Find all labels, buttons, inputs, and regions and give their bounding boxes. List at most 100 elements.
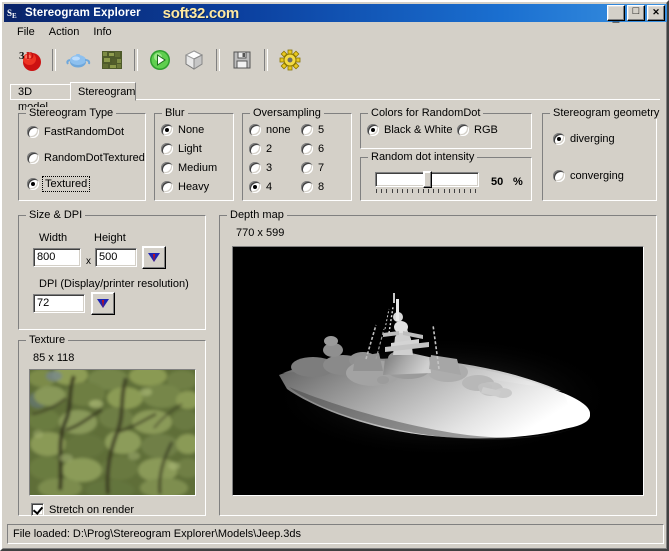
- radio-blur-light[interactable]: Light: [161, 143, 202, 155]
- title-bar[interactable]: S E Stereogram Explorer soft32.com _ □ ✕: [4, 4, 667, 22]
- radio-dot: [553, 170, 565, 182]
- menu-bar: File Action Info: [5, 23, 666, 40]
- radio-label: Heavy: [178, 181, 209, 193]
- radio-dot: [457, 124, 469, 136]
- height-input[interactable]: 500: [95, 248, 137, 267]
- teapot-icon[interactable]: [61, 44, 95, 76]
- radio-dot: [249, 162, 261, 174]
- dpi-preset-dropdown-button[interactable]: [91, 292, 115, 315]
- radio-blur-heavy[interactable]: Heavy: [161, 181, 209, 193]
- chevron-down-icon: [146, 251, 162, 265]
- tab-stereogram[interactable]: Stereogram: [70, 82, 136, 101]
- radio-label: diverging: [570, 133, 615, 145]
- group-size-dpi: Size & DPI Width Height 800 x 500 DPI (D…: [18, 215, 206, 330]
- radio-oversampling-4[interactable]: 4: [249, 181, 272, 193]
- menu-item-action[interactable]: Action: [42, 25, 87, 39]
- radio-rgb[interactable]: RGB: [457, 124, 498, 136]
- tab-3d-model[interactable]: 3D model: [10, 84, 72, 100]
- toolbar-separator-1: [52, 49, 56, 71]
- group-label-oversampling: Oversampling: [250, 107, 324, 119]
- radio-oversampling-3[interactable]: 3: [249, 162, 272, 174]
- status-text: File loaded: D:\Prog\Stereogram Explorer…: [13, 528, 301, 540]
- radio-label: 8: [318, 181, 324, 193]
- dpi-input[interactable]: 72: [33, 294, 85, 313]
- svg-text:D: D: [26, 50, 34, 62]
- radio-black-and-white[interactable]: Black & White: [367, 124, 452, 136]
- radio-dot: [553, 133, 565, 145]
- group-stereogram-geometry: Stereogram geometry diverging converging: [542, 113, 657, 201]
- radio-label: 2: [266, 143, 272, 155]
- group-label-texture: Texture: [26, 334, 68, 346]
- close-button[interactable]: ✕: [647, 5, 665, 21]
- 3d-model-icon[interactable]: 3 D: [13, 44, 47, 76]
- radio-diverging[interactable]: diverging: [553, 133, 615, 145]
- radio-dot: [301, 143, 313, 155]
- texture-preview[interactable]: [29, 369, 196, 496]
- radio-oversampling-8[interactable]: 8: [301, 181, 324, 193]
- texture-icon[interactable]: [95, 44, 129, 76]
- toolbar-separator-2: [134, 49, 138, 71]
- width-input[interactable]: 800: [33, 248, 81, 267]
- depth-map-preview[interactable]: [232, 246, 644, 496]
- group-label-colors-randomdot: Colors for RandomDot: [368, 107, 483, 119]
- texture-dimensions: 85 x 118: [33, 352, 74, 364]
- application-window: S E Stereogram Explorer soft32.com _ □ ✕…: [0, 0, 669, 551]
- radio-oversampling-2[interactable]: 2: [249, 143, 272, 155]
- menu-item-info[interactable]: Info: [86, 25, 118, 39]
- radio-oversampling-6[interactable]: 6: [301, 143, 324, 155]
- dpi-label: DPI (Display/printer resolution): [39, 278, 189, 290]
- radio-label: Textured: [44, 178, 88, 190]
- radio-randomdottextured[interactable]: RandomDotTextured: [27, 152, 145, 164]
- toolbar-separator-4: [264, 49, 268, 71]
- save-icon[interactable]: [225, 44, 259, 76]
- radio-dot: [161, 162, 173, 174]
- radio-dot: [161, 181, 173, 193]
- group-label-random-dot-intensity: Random dot intensity: [368, 151, 477, 163]
- radio-oversampling-5[interactable]: 5: [301, 124, 324, 136]
- radio-label: None: [178, 124, 204, 136]
- slider-thumb[interactable]: [423, 171, 432, 188]
- watermark-text: soft32.com: [163, 5, 239, 22]
- window-title: Stereogram Explorer: [25, 7, 141, 19]
- group-texture: Texture 85 x 118: [18, 340, 206, 516]
- group-depth-map: Depth map 770 x 599: [219, 215, 657, 516]
- radio-dot: [161, 143, 173, 155]
- radio-label: 6: [318, 143, 324, 155]
- window-controls: _ □ ✕: [607, 5, 665, 21]
- menu-item-file[interactable]: File: [10, 25, 42, 39]
- radio-dot: [27, 126, 39, 138]
- radio-blur-none[interactable]: None: [161, 124, 204, 136]
- radio-dot: [301, 181, 313, 193]
- radio-dot: [27, 178, 39, 190]
- radio-label: none: [266, 124, 290, 136]
- minimize-icon: _: [608, 13, 624, 19]
- stretch-on-render-checkbox[interactable]: Stretch on render: [31, 503, 134, 516]
- radio-label: RGB: [474, 124, 498, 136]
- close-icon: ✕: [648, 6, 664, 18]
- toolbar: 3 D: [5, 41, 666, 78]
- radio-oversampling-none[interactable]: none: [249, 124, 290, 136]
- texture-preview-image: [30, 370, 195, 495]
- svg-text:3: 3: [19, 50, 25, 62]
- group-label-blur: Blur: [162, 107, 188, 119]
- size-preset-dropdown-button[interactable]: [142, 246, 166, 269]
- group-colors-randomdot: Colors for RandomDot Black & White RGB: [360, 113, 532, 149]
- cube-icon[interactable]: [177, 44, 211, 76]
- radio-converging[interactable]: converging: [553, 170, 624, 182]
- group-blur: Blur None Light Medium Heavy: [154, 113, 234, 201]
- radio-blur-medium[interactable]: Medium: [161, 162, 217, 174]
- render-play-icon[interactable]: [143, 44, 177, 76]
- radio-fastrandomdot[interactable]: FastRandomDot: [27, 126, 124, 138]
- radio-oversampling-7[interactable]: 7: [301, 162, 324, 174]
- random-dot-intensity-slider[interactable]: [375, 172, 479, 194]
- radio-textured[interactable]: Textured: [27, 178, 88, 190]
- radio-dot: [301, 162, 313, 174]
- group-random-dot-intensity: Random dot intensity 50 %: [360, 157, 532, 201]
- radio-label: 7: [318, 162, 324, 174]
- radio-dot: [249, 143, 261, 155]
- maximize-button[interactable]: □: [627, 5, 645, 21]
- app-icon: S E: [6, 5, 22, 21]
- settings-gear-icon[interactable]: [273, 44, 307, 76]
- minimize-button[interactable]: _: [607, 5, 625, 21]
- radio-dot: [249, 124, 261, 136]
